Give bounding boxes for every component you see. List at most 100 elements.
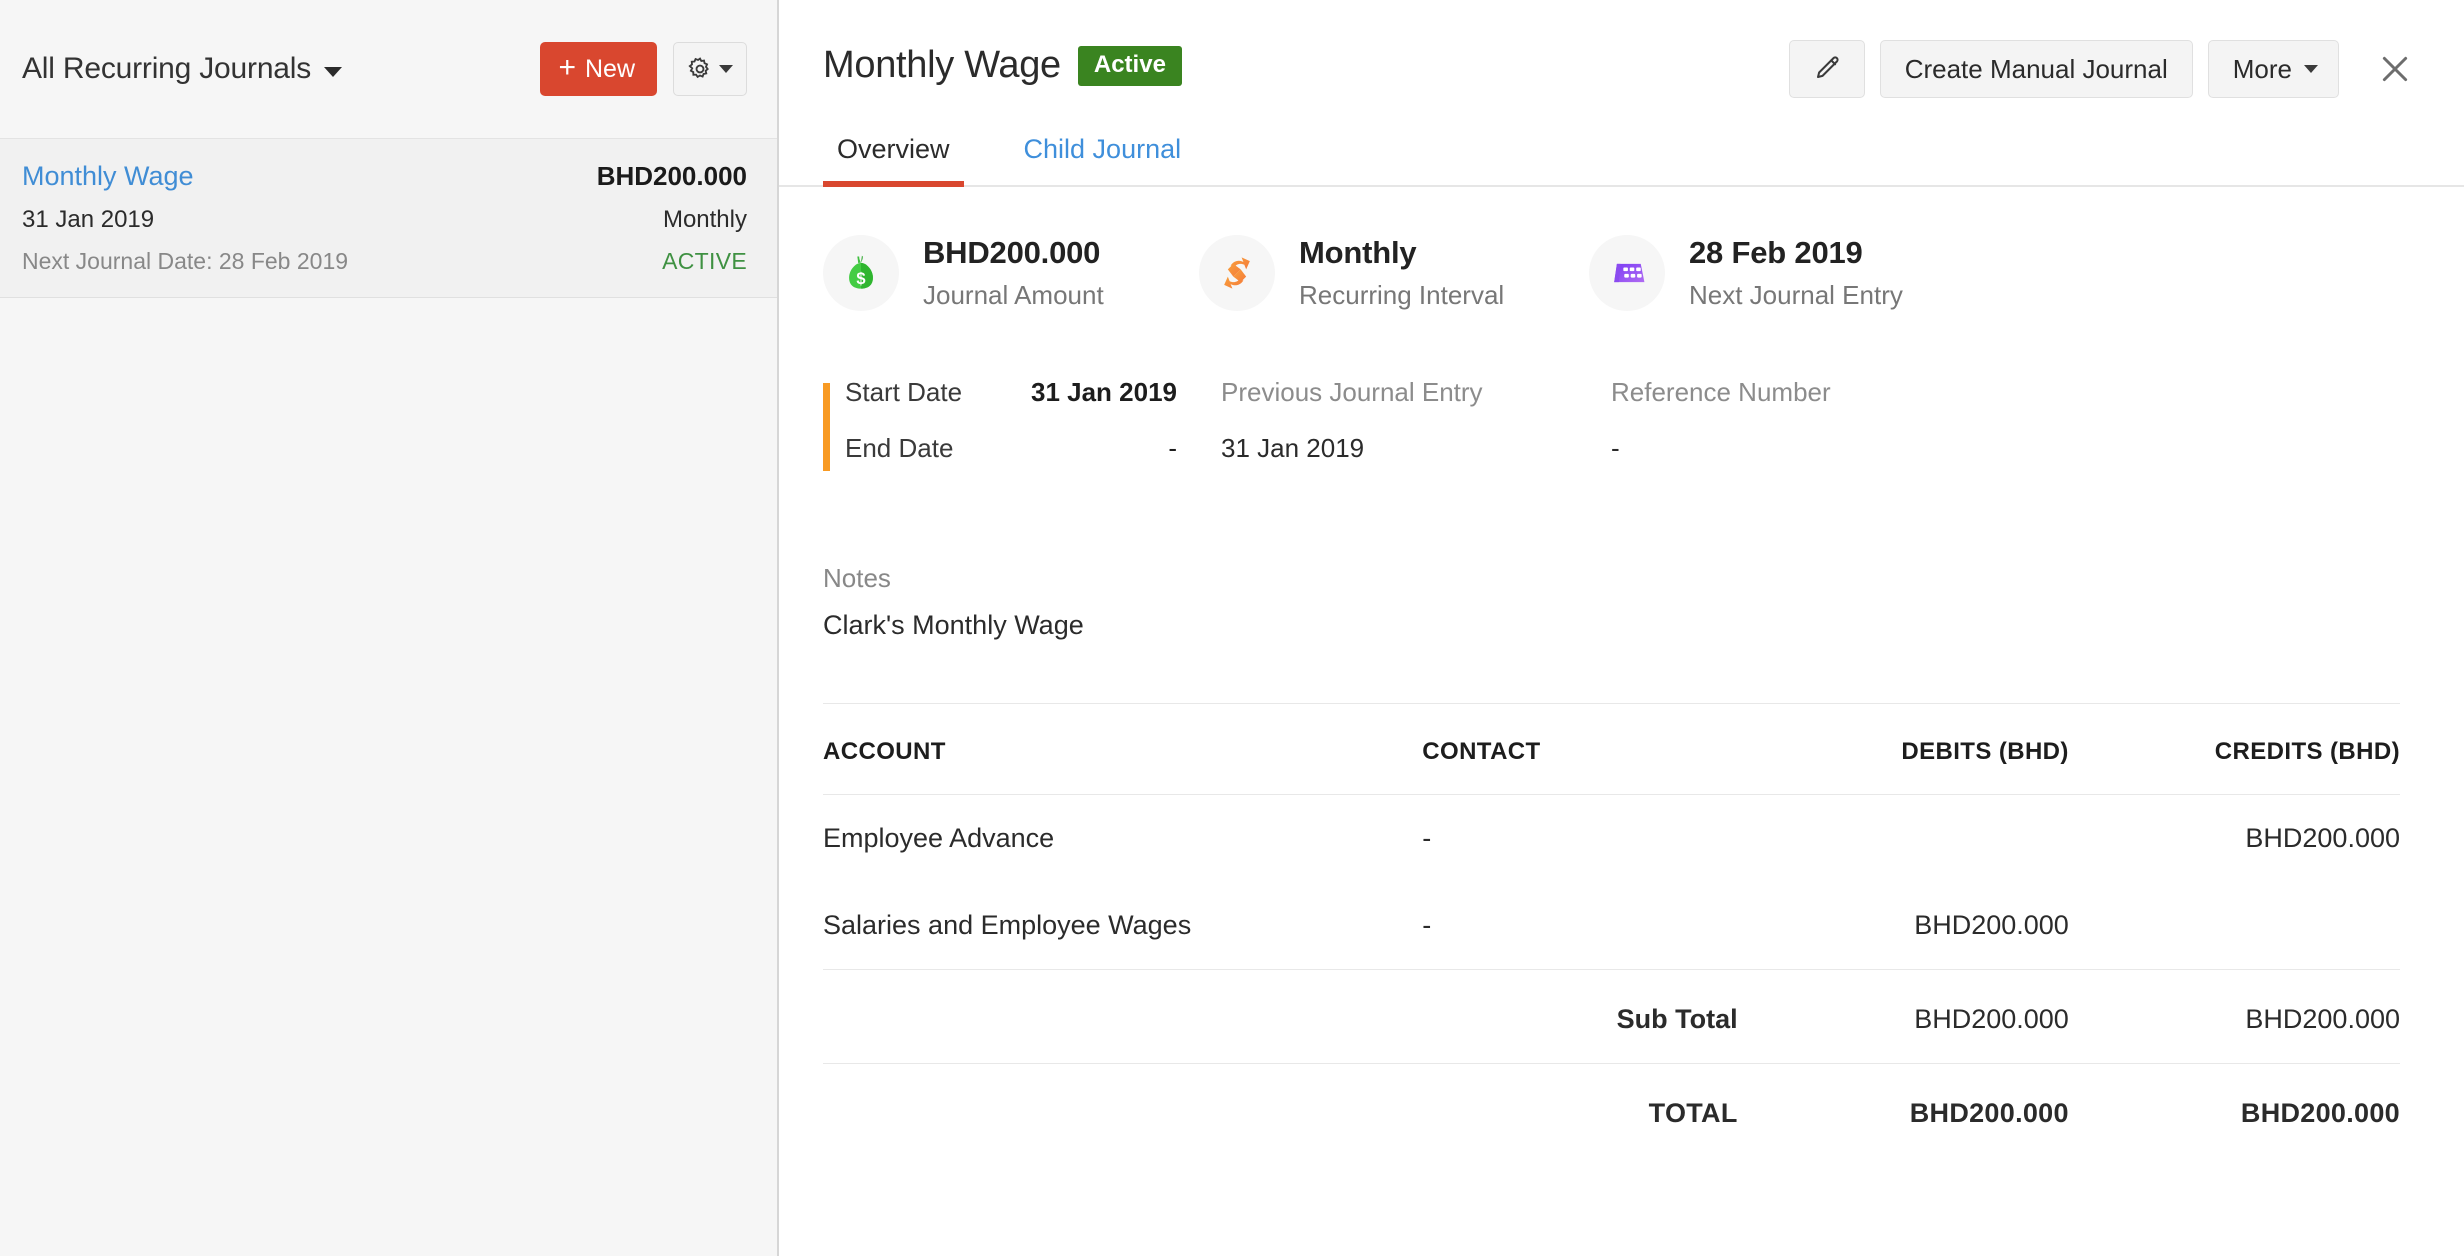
cell-debit: BHD200.000 bbox=[1738, 882, 2069, 970]
create-manual-journal-button[interactable]: Create Manual Journal bbox=[1880, 40, 2193, 98]
previous-journal-label: Previous Journal Entry bbox=[1221, 377, 1483, 408]
journal-detail-panel: Monthly Wage Active Create Manual Journa… bbox=[779, 0, 2464, 1256]
recurring-interval-value: Monthly bbox=[1299, 235, 1504, 271]
info-row-reference-label: Reference Number bbox=[1611, 377, 1991, 433]
total-spacer bbox=[823, 1064, 1422, 1158]
summary-card-text: 28 Feb 2019 Next Journal Entry bbox=[1689, 235, 1903, 311]
header-actions: Create Manual Journal More bbox=[1789, 30, 2426, 100]
summary-cards: $ BHD200.000 Journal Amount bbox=[779, 187, 2464, 311]
list-item-row-primary: Monthly Wage BHD200.000 bbox=[22, 161, 747, 192]
column-header-debits: DEBITS (BHD) bbox=[1738, 704, 2069, 795]
summary-card-text: Monthly Recurring Interval bbox=[1299, 235, 1504, 311]
create-manual-journal-label: Create Manual Journal bbox=[1905, 54, 2168, 85]
next-journal-entry-value: 28 Feb 2019 bbox=[1689, 235, 1903, 271]
chevron-down-icon bbox=[719, 65, 733, 73]
gear-icon bbox=[687, 56, 713, 82]
total-credit: BHD200.000 bbox=[2069, 1064, 2400, 1158]
new-button[interactable]: + New bbox=[540, 42, 657, 96]
notes-value: Clark's Monthly Wage bbox=[823, 610, 2464, 641]
chevron-down-icon bbox=[2304, 65, 2318, 73]
summary-card-next-journal-entry: 28 Feb 2019 Next Journal Entry bbox=[1589, 235, 1969, 311]
recurring-arrows-icon bbox=[1199, 235, 1275, 311]
summary-card-journal-amount: $ BHD200.000 Journal Amount bbox=[823, 235, 1199, 311]
info-column-reference-number: Reference Number - bbox=[1611, 377, 1991, 489]
table-head: ACCOUNT CONTACT DEBITS (BHD) CREDITS (BH… bbox=[823, 704, 2400, 795]
sub-total-debit: BHD200.000 bbox=[1738, 970, 2069, 1064]
cell-account: Salaries and Employee Wages bbox=[823, 882, 1422, 970]
end-date-value: - bbox=[1168, 433, 1221, 464]
edit-button[interactable] bbox=[1789, 40, 1865, 98]
chevron-down-icon bbox=[324, 67, 342, 77]
sub-total-credit: BHD200.000 bbox=[2069, 970, 2400, 1064]
total-debit: BHD200.000 bbox=[1738, 1064, 2069, 1158]
total-row: TOTAL BHD200.000 BHD200.000 bbox=[823, 1064, 2400, 1158]
previous-journal-value: 31 Jan 2019 bbox=[1221, 433, 1364, 464]
list-item-row-tertiary: Next Journal Date: 28 Feb 2019 ACTIVE bbox=[22, 248, 747, 275]
tab-child-journal[interactable]: Child Journal bbox=[1010, 134, 1196, 185]
next-journal-entry-label: Next Journal Entry bbox=[1689, 280, 1903, 311]
start-date-label: Start Date bbox=[845, 377, 962, 408]
summary-card-recurring-interval: Monthly Recurring Interval bbox=[1199, 235, 1589, 311]
app-root: All Recurring Journals + New Monthly Wag… bbox=[0, 0, 2464, 1256]
total-label: TOTAL bbox=[1422, 1064, 1737, 1158]
list-view-title: All Recurring Journals bbox=[22, 52, 311, 85]
sub-total-label: Sub Total bbox=[1422, 970, 1737, 1064]
info-row-end-date: End Date - bbox=[845, 433, 1221, 489]
table-row: Employee Advance - BHD200.000 bbox=[823, 795, 2400, 883]
info-column-previous-journal: Previous Journal Entry 31 Jan 2019 bbox=[1221, 377, 1611, 489]
journal-interval: Monthly bbox=[663, 206, 747, 234]
tab-overview[interactable]: Overview bbox=[823, 134, 964, 185]
page-title: Monthly Wage bbox=[823, 44, 1061, 87]
cell-credit bbox=[2069, 882, 2400, 970]
tab-child-journal-label: Child Journal bbox=[1024, 134, 1182, 164]
tab-overview-label: Overview bbox=[837, 134, 950, 164]
journal-list-item[interactable]: Monthly Wage BHD200.000 31 Jan 2019 Mont… bbox=[0, 139, 777, 298]
cell-credit: BHD200.000 bbox=[2069, 795, 2400, 883]
journal-lines-table: ACCOUNT CONTACT DEBITS (BHD) CREDITS (BH… bbox=[823, 703, 2400, 1157]
journal-name[interactable]: Monthly Wage bbox=[22, 161, 194, 192]
journal-date: 31 Jan 2019 bbox=[22, 206, 154, 234]
reference-number-label: Reference Number bbox=[1611, 377, 1831, 408]
settings-dropdown-button[interactable] bbox=[673, 42, 747, 96]
reference-number-value: - bbox=[1611, 433, 1620, 464]
info-row-start-date: Start Date 31 Jan 2019 bbox=[845, 377, 1221, 433]
status-badge: ACTIVE bbox=[662, 248, 747, 275]
column-header-contact: CONTACT bbox=[1422, 704, 1737, 795]
list-view-selector[interactable]: All Recurring Journals bbox=[22, 52, 342, 86]
close-icon bbox=[2378, 52, 2412, 86]
info-row-previous-journal-value: 31 Jan 2019 bbox=[1221, 433, 1611, 489]
table-row: Salaries and Employee Wages - BHD200.000 bbox=[823, 882, 2400, 970]
money-bag-icon: $ bbox=[823, 235, 899, 311]
sub-total-row: Sub Total BHD200.000 BHD200.000 bbox=[823, 970, 2400, 1064]
close-button[interactable] bbox=[2364, 38, 2426, 100]
info-row-previous-journal-label: Previous Journal Entry bbox=[1221, 377, 1611, 433]
more-label: More bbox=[2233, 54, 2292, 85]
table-header-row: ACCOUNT CONTACT DEBITS (BHD) CREDITS (BH… bbox=[823, 704, 2400, 795]
cell-account: Employee Advance bbox=[823, 795, 1422, 883]
journal-next-date: Next Journal Date: 28 Feb 2019 bbox=[22, 248, 348, 275]
new-button-label: New bbox=[585, 55, 635, 84]
recurring-journals-sidebar: All Recurring Journals + New Monthly Wag… bbox=[0, 0, 779, 1256]
recurring-interval-label: Recurring Interval bbox=[1299, 280, 1504, 311]
detail-tabs: Overview Child Journal bbox=[779, 134, 2464, 187]
sub-total-spacer bbox=[823, 970, 1422, 1064]
cell-contact: - bbox=[1422, 795, 1737, 883]
svg-text:$: $ bbox=[856, 270, 865, 288]
end-date-label: End Date bbox=[845, 433, 953, 464]
start-date-value: 31 Jan 2019 bbox=[1031, 377, 1221, 408]
sidebar-header: All Recurring Journals + New bbox=[0, 0, 777, 139]
detail-header: Monthly Wage Active Create Manual Journa… bbox=[779, 0, 2464, 100]
column-header-account: ACCOUNT bbox=[823, 704, 1422, 795]
calendar-icon bbox=[1589, 235, 1665, 311]
cell-contact: - bbox=[1422, 882, 1737, 970]
column-header-credits: CREDITS (BHD) bbox=[2069, 704, 2400, 795]
journal-amount-label: Journal Amount bbox=[923, 280, 1104, 311]
title-group: Monthly Wage Active bbox=[823, 30, 1182, 87]
plus-icon: + bbox=[558, 53, 576, 83]
lines-table: ACCOUNT CONTACT DEBITS (BHD) CREDITS (BH… bbox=[823, 704, 2400, 1157]
journal-amount-value: BHD200.000 bbox=[923, 235, 1104, 271]
journal-amount: BHD200.000 bbox=[597, 161, 747, 192]
pencil-icon bbox=[1812, 54, 1842, 84]
table-body: Employee Advance - BHD200.000 Salaries a… bbox=[823, 795, 2400, 1158]
more-dropdown-button[interactable]: More bbox=[2208, 40, 2339, 98]
